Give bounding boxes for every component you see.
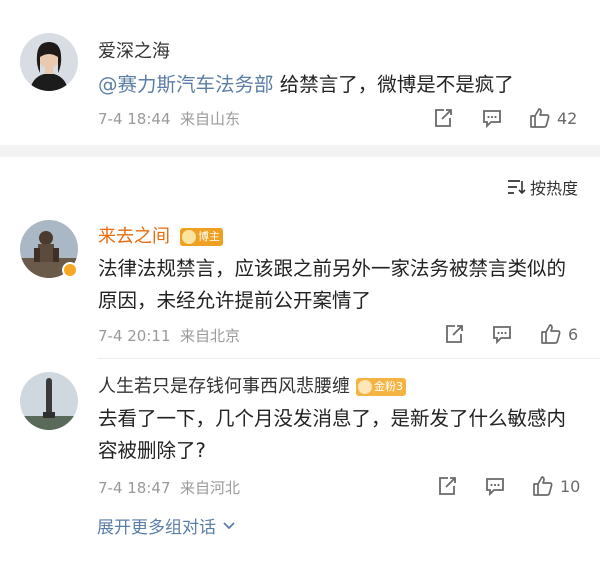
username[interactable]: 人生若只是存钱何事西风悲腰缠 — [98, 376, 350, 398]
location: 来自河北 — [180, 479, 241, 497]
section-divider — [0, 145, 600, 157]
location: 来自北京 — [180, 327, 241, 345]
repost-icon — [435, 109, 452, 127]
badge-icon — [182, 230, 196, 244]
comment-icon — [493, 326, 511, 345]
repost-button[interactable] — [436, 475, 458, 497]
location: 来自山东 — [180, 110, 241, 128]
comment-meta: 7-4 18:47 来自河北 — [98, 477, 240, 498]
comment-icon — [483, 110, 501, 129]
fan-badge: 金粉3 — [356, 378, 406, 396]
timestamp: 7-4 18:44 — [98, 110, 171, 128]
reply-button[interactable] — [484, 475, 506, 497]
comment-text: @赛力斯汽车法务部 给禁言了，微博是不是疯了 — [98, 69, 578, 101]
username[interactable]: 爱深之海 — [98, 41, 170, 63]
chevron-down-icon — [223, 521, 235, 529]
verified-icon — [62, 262, 78, 278]
expand-replies-label: 展开更多组对话 — [97, 518, 216, 538]
avatar[interactable] — [20, 372, 78, 430]
like-button[interactable]: 6 — [539, 322, 578, 346]
badge-label: 博主 — [198, 230, 220, 243]
repost-button[interactable] — [443, 323, 465, 345]
timestamp: 7-4 20:11 — [98, 327, 171, 345]
repost-icon — [446, 325, 463, 343]
reply-button[interactable] — [491, 323, 513, 345]
divider — [97, 358, 600, 359]
comment-meta: 7-4 20:11 来自北京 — [98, 325, 240, 346]
like-button[interactable]: 10 — [531, 474, 580, 498]
repost-button[interactable] — [432, 107, 454, 129]
thumbs-up-icon — [541, 324, 561, 344]
like-count: 6 — [568, 324, 579, 344]
thumbs-up-icon — [530, 108, 550, 128]
expand-replies-link[interactable]: 展开更多组对话 — [97, 513, 236, 538]
username[interactable]: 来去之间 — [98, 226, 170, 248]
badge-label: 金粉3 — [374, 380, 403, 393]
blogger-badge: 博主 — [180, 228, 223, 246]
sort-toggle[interactable]: 按热度 — [506, 175, 578, 199]
mention-link[interactable]: @赛力斯汽车法务部 — [98, 73, 274, 96]
sort-label: 按热度 — [529, 179, 578, 198]
like-count: 10 — [560, 476, 581, 496]
thumbs-up-icon — [533, 476, 553, 496]
comment-meta: 7-4 18:44 来自山东 — [98, 108, 240, 129]
comment-body: 给禁言了，微博是不是疯了 — [273, 73, 514, 96]
repost-icon — [439, 477, 456, 495]
comment-icon — [486, 478, 504, 497]
like-count: 42 — [557, 108, 578, 128]
like-button[interactable]: 42 — [528, 106, 577, 130]
timestamp: 7-4 18:47 — [98, 479, 171, 497]
comment-text: 去看了一下，几个月没发消息了，是新发了什么敏感内容被删除了? — [98, 407, 567, 462]
comment-text: 法律法规禁言，应该跟之前另外一家法务被禁言类似的原因，未经允许提前公开案情了 — [98, 257, 567, 312]
avatar[interactable] — [20, 33, 78, 91]
reply-button[interactable] — [481, 107, 503, 129]
sort-icon — [507, 180, 526, 195]
badge-icon — [358, 380, 372, 394]
